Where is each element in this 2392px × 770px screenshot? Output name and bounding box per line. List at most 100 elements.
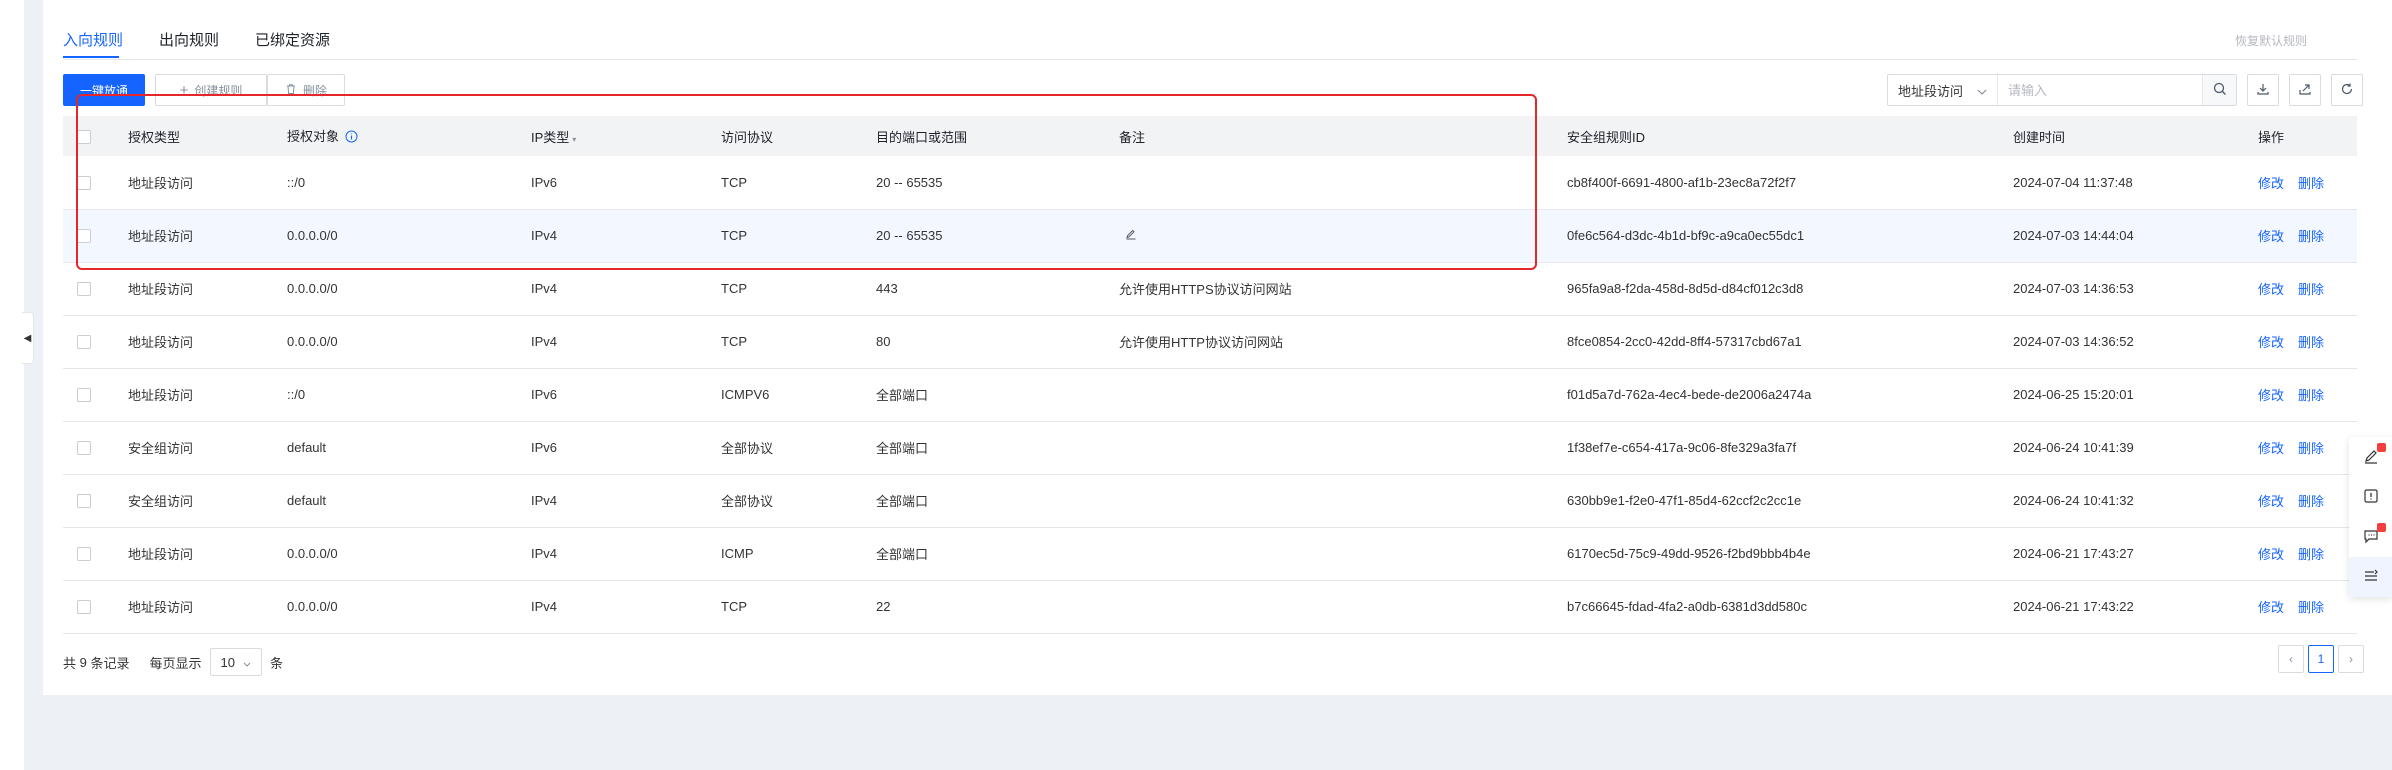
delete-link[interactable]: 删除 bbox=[2298, 335, 2324, 350]
tab-outbound-rules[interactable]: 出向规则 bbox=[159, 29, 219, 50]
search-input[interactable] bbox=[1998, 75, 2202, 105]
cell-auth-type: 地址段访问 bbox=[128, 580, 287, 634]
table-row: 地址段访问 0.0.0.0/0 IPv4 TCP 443 允许使用HTTPS协议访问网站 9… bbox=[63, 262, 2357, 316]
delete-link[interactable]: 删除 bbox=[2298, 388, 2324, 403]
float-edit-button[interactable] bbox=[2349, 437, 2392, 477]
info-icon[interactable] bbox=[345, 130, 358, 146]
delete-label: 删除 bbox=[302, 83, 327, 98]
create-rule-button[interactable]: + 创建规则 bbox=[155, 74, 267, 106]
cell-port: 20 -- 65535 bbox=[876, 156, 1119, 210]
delete-link[interactable]: 删除 bbox=[2298, 547, 2324, 562]
page-size-select[interactable]: 10 bbox=[209, 648, 262, 676]
edit-link[interactable]: 修改 bbox=[2258, 282, 2284, 297]
cell-ip-type: IPv4 bbox=[531, 262, 721, 316]
cell-protocol: 全部协议 bbox=[721, 474, 876, 528]
edit-remark-icon[interactable] bbox=[1125, 228, 1137, 243]
float-notice-button[interactable] bbox=[2349, 477, 2392, 517]
cell-ip-type: IPv4 bbox=[531, 474, 721, 528]
prev-page-button[interactable]: ‹ bbox=[2278, 645, 2304, 673]
plus-icon: + bbox=[179, 81, 189, 99]
row-checkbox[interactable] bbox=[77, 229, 91, 244]
cell-auth-type: 安全组访问 bbox=[128, 421, 287, 475]
row-actions: 修改 删除 bbox=[2258, 209, 2357, 263]
security-group-rules-table: 授权类型 授权对象 IP类型 ▾ 访问协议 目的端口或范围 备注 安全组规则ID … bbox=[63, 116, 2357, 634]
row-checkbox[interactable] bbox=[77, 176, 91, 191]
refresh-button[interactable] bbox=[2331, 74, 2363, 106]
chevron-right-icon: › bbox=[2349, 652, 2353, 666]
edit-link[interactable]: 修改 bbox=[2258, 229, 2284, 244]
cell-remark bbox=[1119, 474, 1567, 528]
header-ip-type[interactable]: IP类型 ▾ bbox=[531, 116, 721, 156]
chevron-left-icon: ‹ bbox=[2289, 652, 2293, 666]
table-row: 地址段访问 0.0.0.0/0 IPv4 TCP 22 b7c66645-fdad-4fa… bbox=[63, 580, 2357, 634]
edit-link[interactable]: 修改 bbox=[2258, 600, 2284, 615]
edit-link[interactable]: 修改 bbox=[2258, 388, 2284, 403]
row-select-cell bbox=[63, 580, 128, 634]
row-checkbox[interactable] bbox=[77, 494, 91, 509]
quick-allow-button[interactable]: 一键放通 bbox=[63, 74, 145, 106]
delete-link[interactable]: 删除 bbox=[2298, 176, 2324, 191]
cell-remark bbox=[1119, 580, 1567, 634]
floating-toolbar bbox=[2349, 437, 2392, 597]
row-select-cell bbox=[63, 262, 128, 316]
table-row: 地址段访问::/0 IPv6 ICMPV6 全部端口 f01d5a7d-762a-4ec… bbox=[63, 368, 2357, 422]
cell-remark: 允许使用HTTPS协议访问网站 bbox=[1119, 262, 1567, 316]
cell-rule-id: 6170ec5d-75c9-49dd-9526-f2bd9bbb4b4e bbox=[1567, 527, 2013, 581]
row-checkbox[interactable] bbox=[77, 388, 91, 403]
cell-ip-type: IPv4 bbox=[531, 315, 721, 369]
page-size-value: 10 bbox=[220, 654, 235, 670]
delete-link[interactable]: 删除 bbox=[2298, 441, 2324, 456]
page-number-button[interactable]: 1 bbox=[2308, 645, 2334, 673]
cell-rule-id: 965fa9a8-f2da-458d-8d5d-d84cf012c3d8 bbox=[1567, 262, 2013, 316]
cell-protocol: TCP bbox=[721, 209, 876, 263]
delete-link[interactable]: 删除 bbox=[2298, 494, 2324, 509]
cell-auth-type: 地址段访问 bbox=[128, 315, 287, 369]
cell-auth-object: 0.0.0.0/0 bbox=[287, 527, 531, 581]
cell-auth-object: 0.0.0.0/0 bbox=[287, 580, 531, 634]
cell-ip-type: IPv6 bbox=[531, 421, 721, 475]
edit-link[interactable]: 修改 bbox=[2258, 176, 2284, 191]
download-button[interactable] bbox=[2247, 74, 2279, 106]
restore-default-rules-link[interactable]: 恢复默认规则 bbox=[2235, 32, 2307, 49]
float-feedback-button[interactable] bbox=[2349, 517, 2392, 557]
edit-link[interactable]: 修改 bbox=[2258, 441, 2284, 456]
tab-bound-resources[interactable]: 已绑定资源 bbox=[255, 29, 330, 50]
row-select-cell bbox=[63, 209, 128, 263]
row-select-cell bbox=[63, 368, 128, 422]
float-menu-button[interactable] bbox=[2349, 557, 2392, 597]
delete-link[interactable]: 删除 bbox=[2298, 229, 2324, 244]
filter-type-select[interactable]: 地址段访问 bbox=[1888, 75, 1998, 105]
row-actions: 修改 删除 bbox=[2258, 315, 2357, 369]
cell-remark: 允许使用HTTP协议访问网站 bbox=[1119, 315, 1567, 369]
delete-button[interactable]: 删除 bbox=[267, 74, 345, 106]
select-all-checkbox[interactable] bbox=[77, 129, 91, 144]
row-checkbox[interactable] bbox=[77, 547, 91, 562]
delete-link[interactable]: 删除 bbox=[2298, 600, 2324, 615]
export-button[interactable] bbox=[2289, 74, 2321, 106]
collapse-sidebar-handle[interactable]: ◀ bbox=[22, 312, 34, 364]
cell-protocol: TCP bbox=[721, 315, 876, 369]
row-checkbox[interactable] bbox=[77, 600, 91, 615]
row-actions: 修改 删除 bbox=[2258, 527, 2357, 581]
cell-ip-type: IPv6 bbox=[531, 368, 721, 422]
cell-protocol: TCP bbox=[721, 262, 876, 316]
next-page-button[interactable]: › bbox=[2338, 645, 2364, 673]
row-select-cell bbox=[63, 156, 128, 210]
row-actions: 修改 删除 bbox=[2258, 156, 2357, 210]
cell-auth-object: 0.0.0.0/0 bbox=[287, 262, 531, 316]
cell-remark bbox=[1119, 368, 1567, 422]
row-checkbox[interactable] bbox=[77, 282, 91, 297]
delete-link[interactable]: 删除 bbox=[2298, 282, 2324, 297]
edit-link[interactable]: 修改 bbox=[2258, 494, 2284, 509]
row-checkbox[interactable] bbox=[77, 335, 91, 350]
edit-link[interactable]: 修改 bbox=[2258, 335, 2284, 350]
cell-auth-type: 安全组访问 bbox=[128, 474, 287, 528]
tab-inbound-rules[interactable]: 入向规则 bbox=[63, 29, 123, 50]
per-page-unit: 条 bbox=[270, 655, 284, 671]
row-checkbox[interactable] bbox=[77, 441, 91, 456]
edit-link[interactable]: 修改 bbox=[2258, 547, 2284, 562]
search-button[interactable] bbox=[2202, 75, 2236, 105]
cell-auth-object: ::/0 bbox=[287, 156, 531, 210]
notification-dot bbox=[2377, 523, 2386, 532]
list-icon bbox=[2363, 568, 2379, 587]
